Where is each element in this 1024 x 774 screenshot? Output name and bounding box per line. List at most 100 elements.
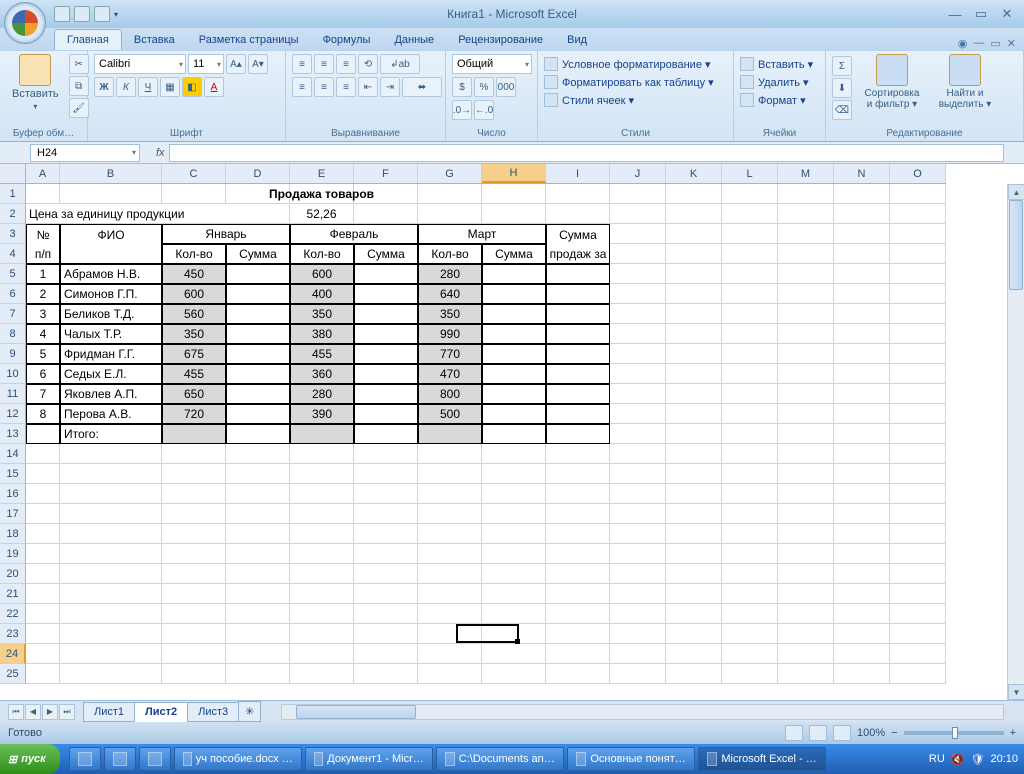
cell[interactable] [778,504,834,524]
view-layout-button[interactable] [809,725,827,741]
cell[interactable] [834,404,890,424]
doc-restore-button[interactable]: ▭ [990,37,1000,50]
cell[interactable] [162,604,226,624]
cell[interactable] [482,344,546,364]
cell[interactable] [418,424,482,444]
cell[interactable] [834,584,890,604]
cell[interactable] [778,424,834,444]
cell[interactable] [226,504,290,524]
horizontal-scrollbar[interactable] [281,704,1004,720]
row-header-1[interactable]: 1 [0,184,26,204]
borders-button[interactable]: ▦ [160,77,180,97]
conditional-formatting-button[interactable]: Условное форматирование ▾ [544,56,711,72]
cell[interactable] [60,644,162,664]
cell[interactable] [418,604,482,624]
cell[interactable] [226,524,290,544]
decrease-font-button[interactable]: A▾ [248,54,268,74]
align-middle-button[interactable]: ≡ [314,54,334,74]
column-header-F[interactable]: F [354,164,418,183]
cell[interactable]: 990 [418,324,482,344]
cell[interactable] [290,564,354,584]
cell[interactable] [666,444,722,464]
cell[interactable] [60,464,162,484]
cell[interactable]: 280 [418,264,482,284]
cell[interactable] [610,344,666,364]
cell[interactable] [722,524,778,544]
cell[interactable] [26,564,60,584]
cell[interactable] [610,484,666,504]
cell[interactable] [610,224,666,244]
cell[interactable] [610,644,666,664]
cell[interactable] [162,504,226,524]
cell[interactable]: 675 [162,344,226,364]
sheet-tab-1[interactable]: Лист1 [83,702,135,722]
fill-button[interactable]: ⬇ [832,78,852,98]
cell[interactable]: 450 [162,264,226,284]
cell[interactable] [610,304,666,324]
cell[interactable] [546,624,610,644]
cell[interactable]: 52,26 [290,204,354,224]
cell[interactable] [778,464,834,484]
help-icon[interactable]: ◉ [958,37,968,50]
doc-close-button[interactable]: ✕ [1007,37,1016,50]
cell[interactable] [834,544,890,564]
cell[interactable] [162,584,226,604]
cell[interactable] [778,584,834,604]
cell[interactable]: 380 [290,324,354,344]
cell[interactable] [666,264,722,284]
zoom-out-button[interactable]: − [891,727,897,739]
cell[interactable] [778,264,834,284]
cell[interactable] [722,624,778,644]
cell[interactable] [610,424,666,444]
cell[interactable] [226,324,290,344]
cell[interactable] [418,484,482,504]
cell[interactable] [226,404,290,424]
align-top-button[interactable]: ≡ [292,54,312,74]
cell[interactable] [162,484,226,504]
cell[interactable] [778,624,834,644]
redo-icon[interactable] [94,6,110,22]
percent-button[interactable]: % [474,77,494,97]
cell[interactable] [890,664,946,684]
cell[interactable] [418,644,482,664]
cell[interactable] [354,504,418,524]
tab-view[interactable]: Вид [555,30,599,50]
cell[interactable] [834,604,890,624]
cell[interactable] [418,204,482,224]
insert-cells-button[interactable]: Вставить ▾ [740,56,813,72]
tab-nav-prev[interactable]: ◀ [25,704,41,720]
cell[interactable] [834,504,890,524]
cell[interactable] [60,544,162,564]
cell[interactable] [610,584,666,604]
cell[interactable] [354,404,418,424]
cell[interactable] [226,664,290,684]
merge-center-button[interactable]: ⬌ [402,77,442,97]
cell[interactable] [546,344,610,364]
cell[interactable] [666,564,722,584]
cell[interactable] [546,404,610,424]
cell[interactable] [722,204,778,224]
cell[interactable] [26,664,60,684]
cell[interactable] [722,644,778,664]
cell[interactable] [546,564,610,584]
cell[interactable] [354,544,418,564]
cut-button[interactable]: ✂ [69,54,89,74]
underline-button[interactable]: Ч [138,77,158,97]
row-header-9[interactable]: 9 [0,344,26,364]
cell[interactable] [778,304,834,324]
cell[interactable] [610,544,666,564]
taskbar-item[interactable]: C:\Documents an… [436,747,564,771]
column-header-B[interactable]: B [60,164,162,183]
cell[interactable] [482,464,546,484]
taskbar-item[interactable]: Документ1 - Micr… [305,747,433,771]
cell[interactable] [60,664,162,684]
cell[interactable] [834,424,890,444]
cell[interactable] [26,624,60,644]
row-header-3[interactable]: 3 [0,224,26,244]
cell[interactable] [666,424,722,444]
cell[interactable] [610,464,666,484]
row-header-15[interactable]: 15 [0,464,26,484]
row-header-20[interactable]: 20 [0,564,26,584]
cell[interactable] [546,444,610,464]
cell[interactable] [354,344,418,364]
